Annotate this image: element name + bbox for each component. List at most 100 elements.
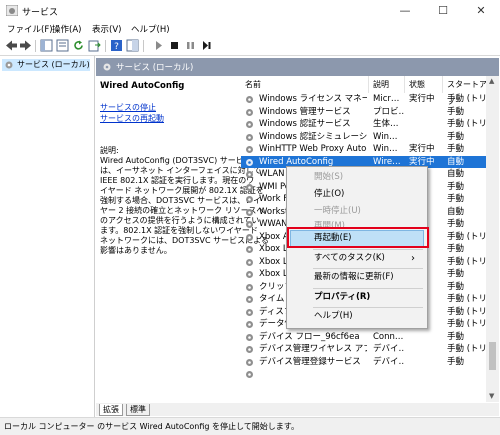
gear-icon — [246, 208, 253, 216]
console-tree-icon[interactable] — [40, 39, 53, 52]
tree-item-services-local[interactable]: サービス (ローカル) — [2, 59, 90, 71]
service-name: Windows 認証サービス — [259, 119, 351, 129]
tab-extended[interactable]: 拡張 — [99, 404, 123, 416]
gear-icon — [246, 121, 253, 128]
table-row[interactable]: Windows ライセンス マネージャ… Micr… 実行中 手動 (トリガ — [241, 93, 486, 106]
description-line: イヤード ネットワーク展開が 802.1X 認証を — [100, 186, 264, 195]
gear-icon — [246, 333, 253, 341]
service-name: デバイス フロー_96cf6ea — [259, 331, 360, 342]
toolbar: ? — [0, 37, 500, 56]
service-description — [373, 368, 405, 381]
svg-text:?: ? — [114, 42, 119, 52]
table-row[interactable]: WinHTTP Web Proxy Auto-… Win… 実行中 手動 — [241, 143, 486, 156]
title-bar: サービス — ☐ ✕ — [0, 0, 500, 22]
forward-arrow-icon[interactable] — [19, 39, 32, 52]
table-row[interactable]: デバイス管理登録サービス デバイ… 手動 — [241, 356, 486, 369]
gear-icon — [246, 146, 253, 153]
scroll-up-icon[interactable]: ▲ — [489, 77, 494, 85]
table-row[interactable]: Windows 認証サービス 生体… 手動 (トリガ — [241, 118, 486, 131]
highlight-annotation-box — [287, 227, 429, 248]
gear-icon — [246, 196, 253, 203]
service-description: デバイ… — [373, 344, 405, 354]
description-line: 影響はありません。 — [100, 246, 172, 255]
service-startup-type: 手動 — [447, 194, 465, 204]
gear-icon — [246, 171, 253, 178]
service-startup-type: 手動 — [447, 356, 465, 367]
column-header-description[interactable]: 説明 — [369, 76, 405, 93]
start-service-icon[interactable] — [152, 39, 165, 52]
menu-help[interactable]: ヘルプ(H) — [131, 23, 170, 35]
menu-action[interactable]: 操作(A) — [52, 23, 81, 35]
vertical-scrollbar[interactable]: ▲ ▼ — [486, 76, 499, 402]
show-hide-icon[interactable] — [126, 39, 139, 52]
restart-service-icon[interactable] — [200, 39, 213, 52]
restart-service-link[interactable]: サービスの再起動 — [100, 113, 164, 124]
close-button[interactable]: ✕ — [462, 0, 500, 22]
service-name: WinHTTP Web Proxy Auto-… — [259, 144, 367, 154]
properties-pane-icon[interactable] — [56, 39, 69, 52]
service-startup-type: 手動 — [447, 219, 465, 229]
scroll-thumb[interactable] — [489, 342, 496, 370]
service-startup-type: 手動 (トリガ — [447, 294, 486, 304]
console-tree: サービス (ローカル) — [0, 56, 95, 417]
description-line: IEEE 802.1X 認証を実行します。現在のワ — [100, 176, 255, 185]
back-arrow-icon[interactable] — [5, 39, 18, 52]
service-startup-type: 手動 — [447, 331, 465, 342]
stop-service-link[interactable]: サービスの停止 — [100, 102, 156, 113]
description-line: ネットワークには、DOT3SVC サービスによる — [100, 236, 269, 245]
column-header-startup-type[interactable]: スタートアップ — [443, 76, 486, 106]
maximize-button[interactable]: ☐ — [424, 0, 462, 22]
service-startup-type: 自動 — [447, 169, 465, 179]
status-bar: ローカル コンピューター のサービス Wired AutoConfig を停止し… — [0, 417, 500, 435]
menu-item-help[interactable]: ヘルプ(H) — [287, 308, 427, 325]
gear-icon — [246, 308, 253, 316]
service-status — [409, 118, 443, 131]
service-name: デバイス管理登録サービス — [259, 356, 361, 367]
export-list-icon[interactable] — [88, 39, 101, 52]
menu-item-pause[interactable]: 一時停止(U) — [287, 203, 427, 220]
service-startup-type: 手動 — [447, 244, 465, 254]
table-row[interactable]: デバイス フロー_96cf6ea Conn… 手動 — [241, 331, 486, 344]
service-startup-type — [447, 368, 486, 381]
service-description: 生体… — [373, 119, 399, 129]
help-icon[interactable]: ? — [110, 39, 123, 52]
service-startup-type: 手動 (トリガ — [447, 256, 486, 267]
stop-service-icon[interactable] — [168, 39, 181, 52]
gear-icon — [246, 133, 253, 141]
gear-icon — [246, 321, 253, 328]
description-line: 強制する場合、DOT3SVC サービスは、レイ — [100, 196, 262, 205]
gear-icon — [246, 108, 253, 116]
description-line: Wired AutoConfig (DOT3SVC) サービス — [100, 156, 252, 165]
menu-item-stop[interactable]: 停止(O) — [287, 186, 427, 203]
menu-item-properties[interactable]: プロパティ(R) — [287, 289, 427, 306]
description-line: は、イーサネット インターフェイスに対して — [100, 166, 262, 175]
table-row[interactable] — [241, 368, 486, 381]
minimize-button[interactable]: — — [386, 0, 424, 22]
tab-standard[interactable]: 標準 — [126, 404, 150, 416]
scroll-down-icon[interactable]: ▼ — [489, 392, 494, 400]
menu-view[interactable]: 表示(V) — [92, 23, 121, 35]
table-row[interactable]: Windows 認証シミュレーション… Win… 手動 — [241, 131, 486, 144]
menu-item-all-tasks[interactable]: すべてのタスク(K) — [287, 250, 427, 267]
menu-file[interactable]: ファイル(F) — [7, 23, 53, 35]
pause-service-icon[interactable] — [184, 39, 197, 52]
refresh-icon[interactable] — [72, 39, 85, 52]
gear-icon — [246, 158, 253, 166]
menu-item-start[interactable]: 開始(S) — [287, 169, 427, 186]
description-line: ます。802.1X 認証を強制しないワイヤード — [100, 226, 258, 235]
service-name: デバイス管理ワイヤレス アプリケ… — [259, 344, 367, 354]
status-text: ローカル コンピューター のサービス Wired AutoConfig を停止し… — [4, 422, 299, 431]
table-row[interactable]: Windows 管理サービス プロビ… 手動 — [241, 106, 486, 119]
service-startup-type: 手動 (トリガ — [447, 319, 486, 329]
service-startup-type: 手動 (トリガ — [447, 94, 486, 104]
column-header-status[interactable]: 状態 — [405, 76, 443, 93]
service-startup-type: 手動 (トリガ — [447, 306, 486, 317]
service-name: Windows ライセンス マネージャ… — [259, 94, 367, 104]
service-startup-type: 手動 — [447, 144, 465, 154]
table-row[interactable]: デバイス管理ワイヤレス アプリケ… デバイ… 手動 (トリガ — [241, 343, 486, 356]
gear-icon — [246, 346, 253, 353]
toolbar-separator — [105, 40, 106, 52]
column-header-name[interactable]: 名前 — [241, 76, 369, 93]
gear-icon — [246, 96, 253, 103]
menu-item-refresh[interactable]: 最新の情報に更新(F) — [287, 269, 427, 286]
